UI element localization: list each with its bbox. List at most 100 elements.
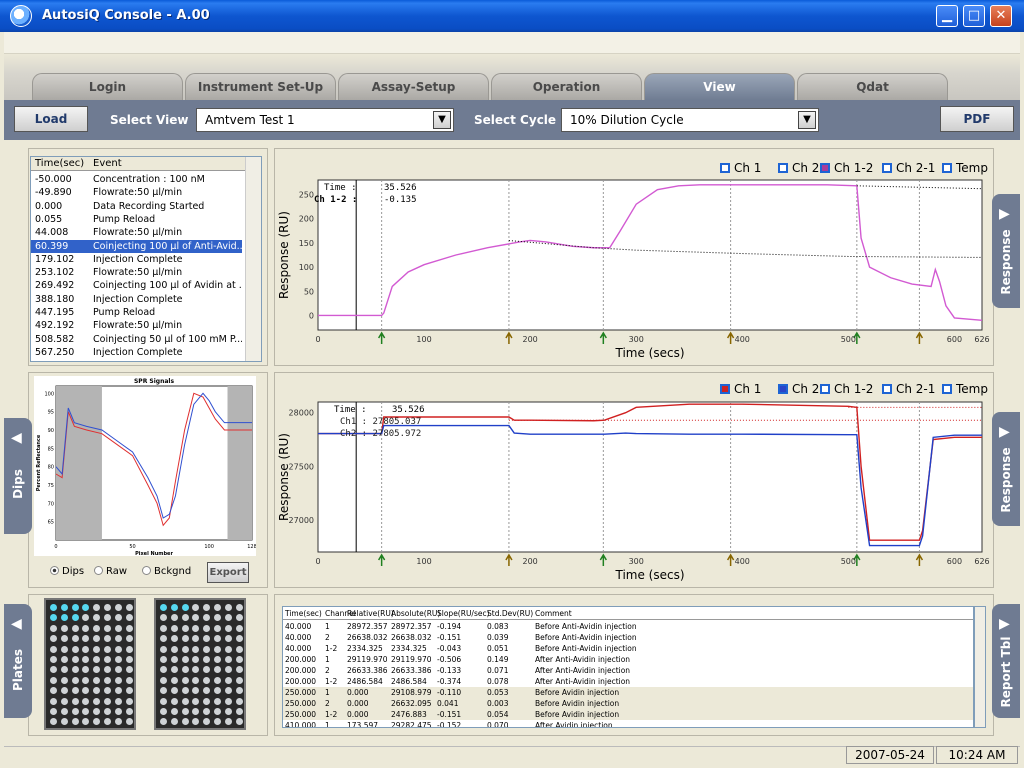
tab-qdat[interactable]: Qdat — [797, 73, 948, 101]
event-row[interactable]: 388.180 Injection Complete — [31, 293, 242, 306]
maximize-button[interactable]: □ — [963, 5, 985, 27]
plate-well[interactable] — [114, 614, 122, 622]
plate-well[interactable] — [181, 656, 189, 663]
plate-well[interactable] — [104, 708, 111, 715]
plate-well[interactable] — [82, 697, 90, 705]
legend-item-ch-2-1[interactable]: Ch 2-1 — [882, 161, 935, 175]
plate-well[interactable] — [170, 635, 178, 643]
plate-well[interactable] — [214, 604, 221, 611]
plate-well[interactable] — [104, 614, 111, 622]
event-row[interactable]: -49.890 Flowrate:50 µl/min — [31, 186, 242, 199]
side-tab-response-bottom[interactable]: ▶ Response — [992, 412, 1020, 526]
bckgnd-radio[interactable]: Bckgnd — [142, 566, 191, 577]
plate-well[interactable] — [50, 666, 57, 674]
plate-well[interactable] — [235, 635, 243, 643]
plate-well[interactable] — [104, 697, 111, 705]
plate-well[interactable] — [192, 708, 200, 715]
plate-well[interactable] — [235, 718, 243, 726]
injection-marker-icon[interactable] — [915, 331, 924, 344]
event-row[interactable]: -50.000 Concentration : 100 nM — [31, 173, 242, 186]
plate-well[interactable] — [203, 718, 211, 726]
plate-well[interactable] — [203, 708, 211, 715]
plate-well[interactable] — [104, 666, 111, 674]
plate-well[interactable] — [104, 656, 111, 663]
report-row[interactable]: 200.000 1-2 2486.584 2486.584 -0.374 0.078 Aft… — [283, 676, 973, 687]
plate-well[interactable] — [93, 635, 101, 643]
legend-item-temp[interactable]: Temp — [942, 161, 988, 175]
plate-well[interactable] — [192, 624, 200, 632]
plate-well[interactable] — [224, 666, 232, 674]
plate-well[interactable] — [104, 687, 111, 695]
plate-well[interactable] — [224, 624, 232, 632]
plate-well[interactable] — [235, 614, 243, 622]
plate-well[interactable] — [181, 666, 189, 674]
report-header-cell[interactable]: Time(sec) — [285, 608, 322, 619]
plate-well[interactable] — [160, 614, 167, 622]
plate-well[interactable] — [160, 697, 167, 705]
plate-well[interactable] — [181, 604, 189, 611]
event-row[interactable]: 0.055 Pump Reload — [31, 213, 242, 226]
plate-well[interactable] — [114, 718, 122, 726]
plate-well[interactable] — [160, 687, 167, 695]
plate-well[interactable] — [181, 708, 189, 715]
plate-well[interactable] — [203, 697, 211, 705]
report-row[interactable]: 250.000 1-2 0.000 2476.883 -0.151 0.054 Before… — [283, 709, 973, 720]
plate-well[interactable] — [50, 635, 57, 643]
plate-well[interactable] — [224, 718, 232, 726]
plate-well[interactable] — [203, 656, 211, 663]
plate-well[interactable] — [235, 676, 243, 684]
plot-area[interactable] — [317, 179, 983, 331]
plate-well[interactable] — [50, 718, 57, 726]
report-header-cell[interactable]: Std.Dev(RU) — [487, 608, 533, 619]
plate-well[interactable] — [60, 624, 68, 632]
plate-well[interactable] — [224, 708, 232, 715]
event-header-time[interactable]: Time(sec) — [35, 157, 84, 171]
report-row[interactable]: 40.000 1-2 2334.325 2334.325 -0.043 0.051 Befo… — [283, 643, 973, 654]
plate-well[interactable] — [203, 687, 211, 695]
plate-well[interactable] — [181, 645, 189, 653]
plate-well[interactable] — [214, 687, 221, 695]
plate-well[interactable] — [93, 708, 101, 715]
plate-well[interactable] — [71, 624, 79, 632]
plate-well[interactable] — [192, 676, 200, 684]
event-header-event[interactable]: Event — [93, 157, 122, 171]
legend-item-ch-1-2[interactable]: Ch 1-2 — [820, 382, 873, 396]
plate-well[interactable] — [93, 687, 101, 695]
plate-well[interactable] — [125, 687, 133, 695]
tab-instrument-setup[interactable]: Instrument Set-Up — [185, 73, 336, 101]
chevron-down-icon[interactable]: ▼ — [433, 111, 451, 129]
report-row[interactable]: 200.000 2 26633.386 26633.386 -0.133 0.071 Aft… — [283, 665, 973, 676]
plate-well[interactable] — [170, 718, 178, 726]
tab-operation[interactable]: Operation — [491, 73, 642, 101]
plate-well[interactable] — [125, 635, 133, 643]
injection-marker-icon[interactable] — [505, 331, 513, 344]
injection-marker-icon[interactable] — [377, 331, 386, 344]
event-row[interactable]: 447.195 Pump Reload — [31, 306, 242, 319]
plate-well[interactable] — [50, 676, 57, 684]
report-row[interactable]: 250.000 2 0.000 26632.095 0.041 0.003 Before A… — [283, 698, 973, 709]
legend-item-temp[interactable]: Temp — [942, 382, 988, 396]
plate-well[interactable] — [114, 604, 122, 611]
plate-well[interactable] — [224, 687, 232, 695]
plate-well[interactable] — [192, 645, 200, 653]
plate-well[interactable] — [170, 687, 178, 695]
plate-well[interactable] — [50, 614, 57, 622]
plate-well[interactable] — [203, 645, 211, 653]
plate-well[interactable] — [82, 604, 90, 611]
tab-login[interactable]: Login — [32, 73, 183, 101]
plate-well[interactable] — [114, 676, 122, 684]
plate-well[interactable] — [104, 676, 111, 684]
event-row[interactable]: 492.192 Flowrate:50 µl/min — [31, 319, 242, 332]
plate-well[interactable] — [125, 676, 133, 684]
plate-well[interactable] — [50, 697, 57, 705]
plate-well[interactable] — [71, 718, 79, 726]
plate-well[interactable] — [214, 676, 221, 684]
plate-well[interactable] — [203, 676, 211, 684]
plate-well[interactable] — [170, 624, 178, 632]
plate-well[interactable] — [114, 697, 122, 705]
plate-well[interactable] — [214, 624, 221, 632]
plate-well[interactable] — [214, 614, 221, 622]
plate-well[interactable] — [60, 666, 68, 674]
plate-well[interactable] — [181, 614, 189, 622]
plate-well[interactable] — [224, 614, 232, 622]
